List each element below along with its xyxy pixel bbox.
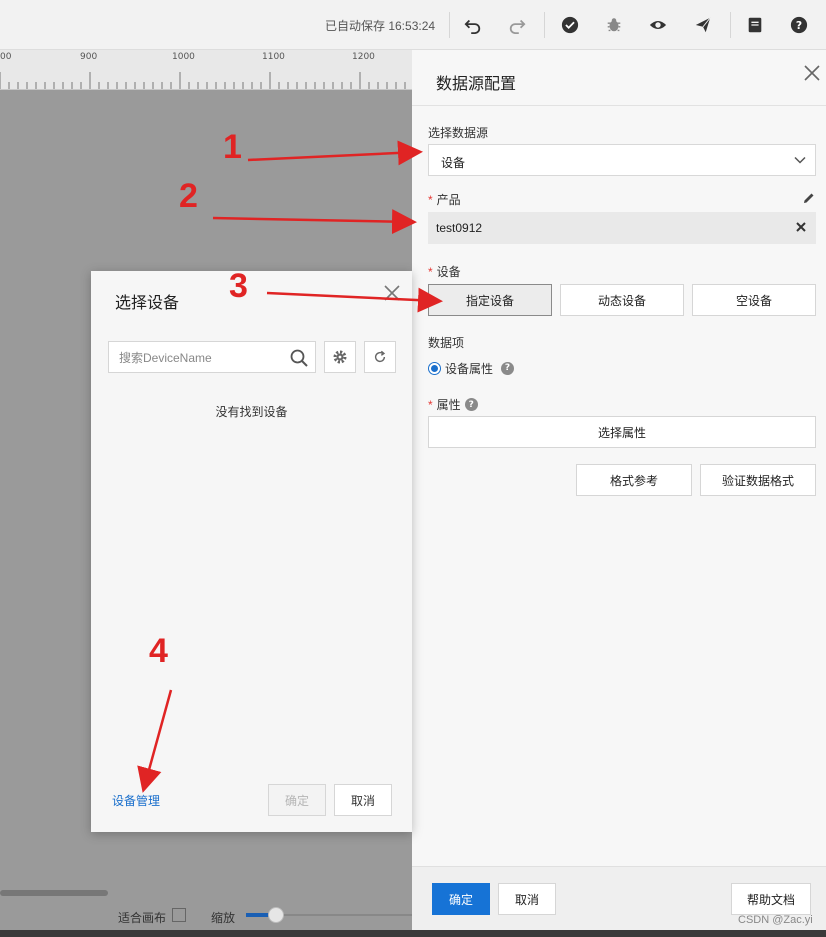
refresh-button[interactable] bbox=[364, 341, 396, 373]
device-search-box bbox=[108, 341, 316, 373]
toolbar-divider bbox=[449, 12, 450, 38]
validate-format-button[interactable]: 验证数据格式 bbox=[700, 464, 816, 496]
help-docs-button[interactable]: 帮助文档 bbox=[731, 883, 811, 915]
svg-text:?: ? bbox=[796, 19, 802, 32]
annotation-number: 3 bbox=[229, 267, 248, 305]
panel-divider bbox=[412, 105, 826, 106]
bug-icon[interactable] bbox=[603, 14, 625, 36]
eye-icon[interactable] bbox=[647, 14, 669, 36]
edit-icon[interactable] bbox=[802, 191, 816, 205]
ruler-label: 1200 bbox=[352, 52, 375, 62]
redo-icon[interactable] bbox=[506, 14, 528, 36]
zoom-slider-handle[interactable] bbox=[268, 907, 284, 923]
question-icon[interactable]: ? bbox=[464, 398, 478, 411]
product-label: * 产品 bbox=[428, 193, 461, 207]
send-icon[interactable] bbox=[692, 14, 714, 36]
ruler-label: 900 bbox=[80, 52, 98, 62]
ruler-label: 1000 bbox=[172, 52, 195, 62]
product-field[interactable]: test0912 bbox=[428, 212, 816, 244]
data-item-label: 数据项 bbox=[428, 336, 465, 350]
empty-state-message: 没有找到设备 bbox=[215, 405, 288, 419]
fit-canvas-label[interactable]: 适合画布 bbox=[118, 909, 166, 926]
chevron-down-icon bbox=[794, 156, 806, 164]
document-icon[interactable] bbox=[744, 14, 766, 36]
fit-canvas-icon[interactable] bbox=[172, 908, 186, 922]
check-circle-icon[interactable] bbox=[559, 14, 581, 36]
zoom-label: 缩放 bbox=[211, 911, 236, 925]
watermark: CSDN @Zac.yi bbox=[738, 914, 813, 926]
format-reference-button[interactable]: 格式参考 bbox=[576, 464, 692, 496]
close-icon[interactable] bbox=[382, 283, 402, 303]
search-icon[interactable] bbox=[289, 348, 309, 368]
refresh-icon bbox=[374, 350, 386, 363]
product-value: test0912 bbox=[436, 221, 483, 235]
dialog-cancel-button[interactable]: 取消 bbox=[334, 784, 392, 816]
settings-button[interactable] bbox=[324, 341, 356, 373]
undo-icon[interactable] bbox=[462, 14, 484, 36]
question-icon[interactable]: ? bbox=[501, 361, 515, 375]
panel-title: 数据源配置 bbox=[436, 76, 517, 93]
attribute-label: * 属性? bbox=[428, 396, 478, 413]
radio-selected-icon[interactable] bbox=[428, 361, 441, 375]
dialog-confirm-button[interactable]: 确定 bbox=[268, 784, 326, 816]
help-icon[interactable]: ? bbox=[788, 14, 810, 36]
select-device-dialog: 选择设备 没有找到设备 设备管理 确定 取消 bbox=[91, 271, 412, 832]
ruler-label: 00 bbox=[0, 52, 12, 62]
specified-device-button[interactable]: 指定设备 bbox=[428, 284, 552, 316]
select-attribute-button[interactable]: 选择属性 bbox=[428, 416, 816, 448]
autosave-status: 已自动保存 16:53:24 bbox=[325, 19, 436, 33]
device-attribute-radio-label: 设备属性 bbox=[445, 361, 494, 376]
ruler-label: 1100 bbox=[262, 52, 285, 62]
ruler-ticks bbox=[0, 72, 406, 89]
clear-icon[interactable] bbox=[794, 220, 808, 234]
annotation-number: 1 bbox=[223, 128, 242, 166]
annotation-number: 4 bbox=[149, 632, 168, 670]
source-label: 选择数据源 bbox=[428, 126, 489, 140]
toolbar-divider bbox=[544, 12, 545, 38]
close-icon[interactable] bbox=[801, 62, 823, 84]
toolbar-divider bbox=[730, 12, 731, 38]
cancel-button[interactable]: 取消 bbox=[498, 883, 556, 915]
empty-device-button[interactable]: 空设备 bbox=[692, 284, 816, 316]
dynamic-device-button[interactable]: 动态设备 bbox=[560, 284, 684, 316]
datasource-config-panel: 数据源配置 选择数据源 设备 * 产品 test0912 * 设备 指定设备 动态设… bbox=[412, 50, 826, 930]
dialog-title: 选择设备 bbox=[115, 295, 180, 312]
device-label: * 设备 bbox=[428, 265, 461, 279]
top-toolbar: 已自动保存 16:53:24 ? bbox=[0, 0, 826, 50]
confirm-button[interactable]: 确定 bbox=[432, 883, 490, 915]
datasource-select-value: 设备 bbox=[441, 156, 466, 170]
device-attribute-radio[interactable]: 设备属性 ? bbox=[428, 360, 515, 376]
device-management-link[interactable]: 设备管理 bbox=[112, 792, 160, 809]
gear-icon bbox=[333, 350, 347, 364]
annotation-number: 2 bbox=[179, 177, 198, 215]
device-search-input[interactable] bbox=[119, 349, 279, 367]
datasource-select[interactable]: 设备 bbox=[428, 144, 816, 176]
bottom-strip bbox=[0, 930, 826, 937]
horizontal-scrollbar[interactable] bbox=[0, 890, 108, 896]
horizontal-ruler: 00 900 1000 1100 1200 bbox=[0, 50, 412, 90]
